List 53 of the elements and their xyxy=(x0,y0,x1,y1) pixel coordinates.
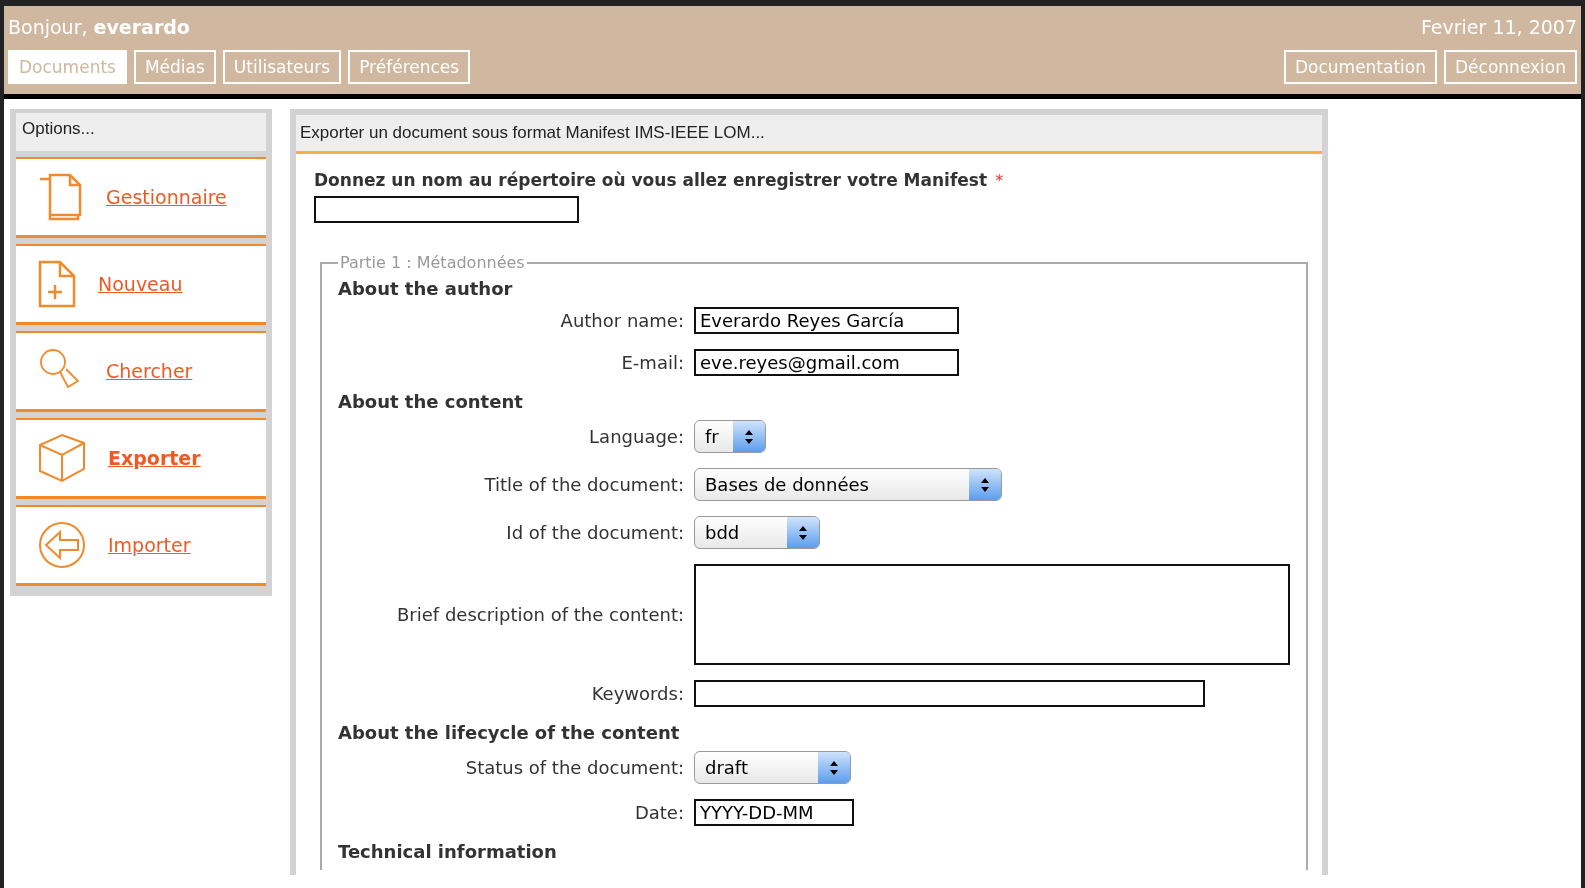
header-link-button[interactable]: Documentation xyxy=(1283,50,1438,84)
sidebar-item[interactable]: Nouveau xyxy=(16,244,266,325)
directory-prompt: Donnez un nom au répertoire où vous allez enregistrer votre Manifest xyxy=(314,170,988,190)
field-label: Brief description of the content: xyxy=(396,604,684,625)
field-label: Date: xyxy=(633,802,684,823)
sidebar-item[interactable]: Chercher xyxy=(16,331,266,412)
select-dropdown[interactable]: Bases de données xyxy=(694,468,1002,501)
select-dropdown[interactable]: bdd xyxy=(694,516,820,549)
sidebar-item[interactable]: Exporter xyxy=(16,418,266,499)
up-down-arrows-icon xyxy=(745,429,753,444)
nav-tab[interactable]: Médias xyxy=(133,50,216,84)
sidebar-link[interactable]: Importer xyxy=(108,534,191,556)
up-down-arrows-icon xyxy=(830,760,838,775)
sidebar-item[interactable]: Importer xyxy=(16,505,266,586)
field-label: Title of the document: xyxy=(483,474,684,495)
select-dropdown[interactable]: fr xyxy=(694,420,766,453)
documents-icon xyxy=(38,173,84,221)
nav-tab[interactable]: Préférences xyxy=(348,50,471,84)
section-heading: About the lifecycle of the content xyxy=(338,722,681,743)
text-input-field[interactable]: YYYY-DD-MM xyxy=(694,799,854,826)
section-heading: About the author xyxy=(338,278,514,299)
sidebar-link[interactable]: Exporter xyxy=(108,447,201,469)
text-input-field[interactable]: Everardo Reyes García xyxy=(694,307,959,334)
field-label: Language: xyxy=(588,426,684,447)
field-label: Keywords: xyxy=(590,683,684,704)
sidebar-link[interactable]: Chercher xyxy=(106,360,193,382)
box-icon xyxy=(38,433,86,483)
text-input-field[interactable]: eve.reyes@gmail.com xyxy=(694,349,959,376)
field-label: Id of the document: xyxy=(505,522,684,543)
field-label: Author name: xyxy=(559,310,684,331)
sidebar-item[interactable]: Gestionnaire xyxy=(16,157,266,238)
nav-tab[interactable]: Documents xyxy=(8,50,127,84)
nav-tab[interactable]: Utilisateurs xyxy=(222,50,342,84)
required-mark: * xyxy=(995,171,1004,190)
section-heading: Technical information xyxy=(338,841,558,862)
textarea-field[interactable] xyxy=(694,564,1290,665)
text-input-field[interactable] xyxy=(694,680,1205,707)
greeting: Bonjour, everardo xyxy=(8,15,190,40)
directory-input-field[interactable] xyxy=(314,196,579,223)
panel-title: Exporter un document sous format Manifest IMS-IEEE LOM... xyxy=(296,115,1322,154)
sidebar-title: Options... xyxy=(16,113,266,151)
section-heading: About the content xyxy=(338,391,524,412)
header-link-button[interactable]: Déconnexion xyxy=(1444,50,1577,84)
date: Fevrier 11, 2007 xyxy=(1420,15,1577,40)
select-dropdown[interactable]: draft xyxy=(694,751,851,784)
sidebar-link[interactable]: Gestionnaire xyxy=(106,186,227,208)
new-document-icon xyxy=(38,260,76,308)
fieldset-legend: Partie 1 : Métadonnées xyxy=(338,253,527,272)
up-down-arrows-icon xyxy=(799,525,807,540)
sidebar-link[interactable]: Nouveau xyxy=(98,273,183,295)
up-down-arrows-icon xyxy=(981,477,989,492)
field-label: E-mail: xyxy=(620,352,684,373)
field-label: Status of the document: xyxy=(464,757,684,778)
